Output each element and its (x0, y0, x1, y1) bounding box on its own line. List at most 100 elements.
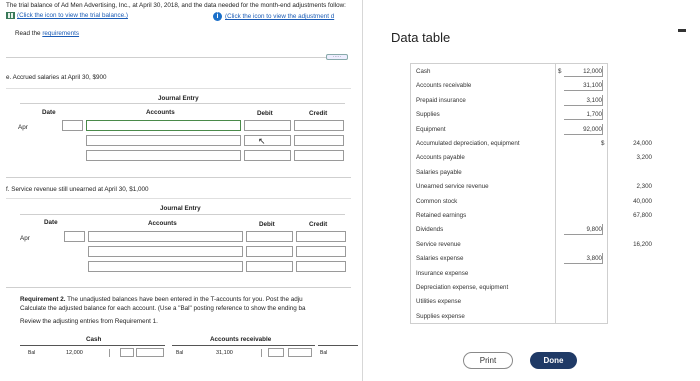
column-divider (555, 64, 556, 324)
debit-input[interactable] (244, 120, 291, 131)
credit-header: Credit (309, 221, 328, 228)
credit-amount: 24,000 (633, 140, 652, 147)
account-name: Prepaid insurance (416, 96, 466, 104)
account-input[interactable] (88, 246, 243, 257)
t-account-line (318, 345, 358, 346)
requirement2-line2: Calculate the adjusted balance for each … (20, 305, 306, 312)
account-name: Accounts payable (416, 154, 465, 162)
debit-header: Debit (259, 221, 275, 228)
debit-amount: 12,000 (583, 68, 602, 75)
credit-header: Credit (309, 110, 328, 117)
question-intro: The trial balance of Ad Men Advertising,… (6, 2, 346, 9)
debit-amount: 92,000 (583, 125, 602, 133)
cursor-icon: ↖ (258, 136, 266, 146)
credit-amount: 16,200 (633, 240, 652, 248)
minimize-icon[interactable] (678, 29, 686, 32)
journal-entry-heading: Journal Entry (160, 205, 201, 212)
t-account-input[interactable] (268, 348, 284, 357)
dollar-sign: $ (558, 68, 562, 75)
credit-amount: 40,000 (633, 197, 652, 205)
date-input[interactable] (64, 231, 85, 242)
t-account-input[interactable] (288, 348, 312, 357)
t-account-input[interactable] (96, 349, 110, 357)
table-bottom (410, 323, 608, 324)
account-name: Salaries payable (416, 168, 462, 176)
accounts-header: Accounts (146, 109, 175, 116)
debit-amount: 1,700 (586, 111, 602, 119)
requirements-link[interactable]: requirements (42, 30, 79, 37)
account-name: Service revenue (416, 240, 461, 248)
account-input[interactable] (88, 261, 243, 272)
account-name: Salaries expense (416, 255, 464, 263)
part-f-label: f. Service revenue still unearned at Apr… (6, 186, 149, 193)
trial-balance-table: Cash 12,000 $ Accounts receivable 31,100 Prep… (410, 63, 652, 324)
account-name: Accounts receivable (416, 82, 472, 90)
debit-input[interactable] (244, 135, 291, 146)
account-name: Dividends (416, 226, 444, 234)
account-input[interactable] (86, 150, 241, 161)
debit-amount: 9,800 (586, 226, 602, 234)
divider (6, 88, 351, 89)
dialog-title: Data table (391, 30, 451, 45)
t-account-line (172, 345, 315, 346)
dollar-sign: $ (601, 140, 605, 147)
account-input[interactable] (88, 231, 243, 242)
debit-amount: 31,100 (583, 82, 602, 90)
table-border (607, 64, 608, 324)
bal-label: Bal (320, 350, 328, 356)
divider (20, 214, 345, 215)
debit-amount: 3,100 (586, 96, 602, 104)
done-button[interactable]: Done (530, 352, 577, 369)
date-header: Date (42, 109, 56, 116)
t-account-line (20, 345, 165, 346)
credit-input[interactable] (296, 246, 346, 257)
credit-amount: 3,200 (636, 154, 652, 162)
debit-header: Debit (257, 110, 273, 117)
divider (20, 103, 345, 104)
divider (6, 57, 326, 58)
divider (6, 177, 351, 178)
credit-input[interactable] (296, 261, 346, 272)
t-account-input[interactable] (248, 349, 262, 357)
t-account-input[interactable] (136, 348, 164, 357)
account-name: Utilities expense (416, 298, 462, 306)
journal-entry-heading: Journal Entry (158, 95, 199, 102)
account-input[interactable] (86, 120, 241, 131)
account-name: Common stock (416, 197, 458, 205)
requirement2-line3: Review the adjusting entries from Requir… (20, 318, 158, 325)
account-name: Supplies expense (416, 312, 465, 320)
account-name: Equipment (416, 125, 446, 133)
credit-input[interactable] (294, 150, 344, 161)
trial-balance-link[interactable]: (Click the icon to view the trial balanc… (6, 12, 128, 19)
date-input[interactable] (62, 120, 83, 131)
debit-input[interactable] (246, 261, 293, 272)
account-name: Cash (416, 68, 431, 75)
debit-input[interactable] (246, 231, 293, 242)
read-requirements: Read the requirements (15, 30, 80, 37)
ar-balance: 31,100 (216, 350, 233, 356)
credit-input[interactable] (294, 135, 344, 146)
expand-ellipsis-button[interactable]: ····· (326, 54, 348, 60)
adjustment-data-link[interactable]: i (Click the icon to view the adjustment … (213, 12, 334, 21)
table-icon[interactable] (6, 12, 15, 19)
data-table-dialog: Data table Cash 12,000 $ Accounts receivabl… (362, 0, 700, 381)
divider (6, 198, 351, 199)
bal-label: Bal (28, 350, 36, 356)
question-panel: The trial balance of Ad Men Advertising,… (0, 0, 360, 381)
debit-amount: 3,800 (586, 255, 602, 263)
t-account-input[interactable] (120, 348, 134, 357)
month-label: Apr (18, 124, 28, 131)
t-account-cash-title: Cash (86, 336, 102, 343)
part-e-label: e. Accrued salaries at April 30, $900 (6, 74, 107, 81)
info-icon[interactable]: i (213, 12, 222, 21)
debit-input[interactable] (246, 246, 293, 257)
t-account-ar-title: Accounts receivable (210, 336, 272, 343)
accounts-header: Accounts (148, 220, 177, 227)
divider (6, 287, 351, 288)
account-name: Accumulated depreciation, equipment (416, 140, 520, 147)
debit-input[interactable] (244, 150, 291, 161)
credit-input[interactable] (296, 231, 346, 242)
credit-input[interactable] (294, 120, 344, 131)
print-button[interactable]: Print (463, 352, 513, 369)
account-input[interactable] (86, 135, 241, 146)
